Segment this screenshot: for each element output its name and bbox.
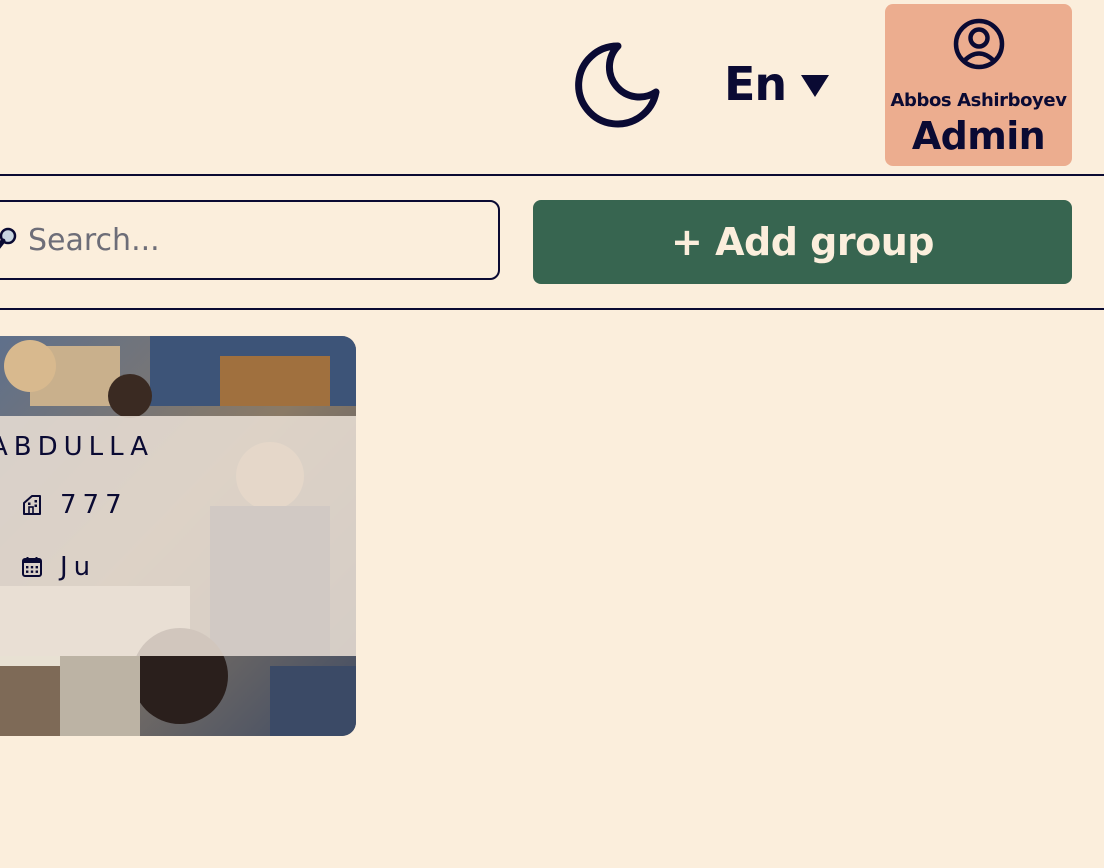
group-room-row: 777 [20,490,128,520]
search-input[interactable] [26,221,470,259]
add-group-button[interactable]: + Add group [533,200,1072,284]
search-box[interactable] [0,200,500,280]
group-card[interactable]: ABDULLA 777 Ju [0,336,356,736]
header-divider [0,174,1104,176]
user-circle-icon [953,18,1005,70]
language-select[interactable]: En [724,54,830,114]
magnifier-icon [0,227,17,249]
language-label: En [724,57,787,111]
profile-card[interactable]: Abbos Ashirboyev Admin [885,4,1072,166]
group-days-row: Ju [20,552,96,582]
calendar-icon [22,557,42,577]
group-name: ABDULLA [0,432,155,462]
profile-role: Admin [911,114,1046,158]
moon-icon [575,42,660,128]
group-days: Ju [60,552,97,582]
profile-name: Abbos Ashirboyev [890,90,1067,111]
page: En Abbos Ashirboyev Admin + Add group [0,0,1104,868]
caret-down-icon [801,75,830,97]
building-icon [23,495,41,515]
group-room: 777 [60,490,128,520]
toolbar-divider [0,308,1104,310]
theme-toggle-button[interactable] [574,40,664,130]
